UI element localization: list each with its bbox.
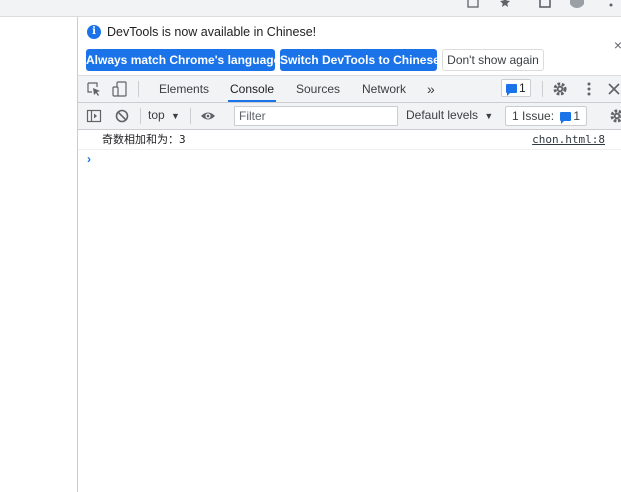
log-source-link[interactable]: chon.html:8 xyxy=(532,130,605,149)
context-selector[interactable]: top ▼ xyxy=(148,108,180,122)
log-message: 奇数相加和为：3 xyxy=(102,133,186,146)
filter-input[interactable] xyxy=(234,106,398,126)
console-output: 奇数相加和为：3 chon.html:8 › xyxy=(78,130,621,169)
prompt-chevron-icon: › xyxy=(87,152,91,166)
console-log-row: 奇数相加和为：3 chon.html:8 xyxy=(78,130,621,150)
log-levels-label: Default levels xyxy=(406,108,479,122)
close-icon[interactable]: × xyxy=(612,37,621,53)
inspect-icon[interactable] xyxy=(86,81,102,97)
issues-label: 1 Issue: xyxy=(512,109,555,123)
console-settings-icon[interactable] xyxy=(609,108,621,124)
context-value: top xyxy=(148,108,165,122)
device-toolbar-icon[interactable] xyxy=(112,81,128,97)
browser-toolbar-strip xyxy=(0,0,621,17)
info-icon: i xyxy=(87,25,101,39)
page-viewport xyxy=(0,17,77,492)
more-tabs-button[interactable]: » xyxy=(425,76,437,102)
clear-console-icon[interactable] xyxy=(114,108,130,124)
eye-icon[interactable] xyxy=(200,108,216,124)
devtools-tab-bar: Elements Console Sources Network » 1 xyxy=(78,76,621,103)
console-prompt[interactable]: › xyxy=(78,150,621,169)
tab-console[interactable]: Console xyxy=(228,76,277,102)
message-icon xyxy=(560,112,572,124)
chevron-down-icon: ▼ xyxy=(171,111,180,121)
tab-network[interactable]: Network xyxy=(360,76,408,102)
language-infobar: i DevTools is now available in Chinese! … xyxy=(78,17,621,76)
console-toolbar: top ▼ Default levels ▼ 1 Issue: 1 xyxy=(78,103,621,130)
log-levels-dropdown[interactable]: Default levels ▼ xyxy=(406,108,493,122)
message-icon xyxy=(506,84,517,96)
devtools-panel: i DevTools is now available in Chinese! … xyxy=(77,17,621,492)
bookmark-star-icon[interactable] xyxy=(498,0,512,8)
tab-sources[interactable]: Sources xyxy=(294,76,342,102)
chevron-down-icon: ▼ xyxy=(484,111,494,121)
messages-count-button[interactable]: 1 xyxy=(501,79,531,97)
toolbar-divider xyxy=(542,81,543,97)
dont-show-again-button[interactable]: Don't show again xyxy=(442,49,544,71)
issues-button[interactable]: 1 Issue: 1 xyxy=(505,106,588,126)
always-match-language-button[interactable]: Always match Chrome's language xyxy=(86,49,280,71)
profile-avatar-icon[interactable] xyxy=(569,0,585,8)
browser-menu-icon[interactable] xyxy=(604,0,618,8)
infobar-message: DevTools is now available in Chinese! xyxy=(107,25,317,39)
issues-count: 1 xyxy=(573,109,581,123)
settings-icon[interactable] xyxy=(552,81,568,97)
switch-to-chinese-button[interactable]: Switch DevTools to Chinese xyxy=(280,49,440,71)
share-icon[interactable] xyxy=(466,0,480,8)
messages-count: 1 xyxy=(519,81,526,95)
extension-icon[interactable] xyxy=(538,0,552,8)
tab-elements[interactable]: Elements xyxy=(157,76,211,102)
sidebar-toggle-icon[interactable] xyxy=(86,108,102,124)
toolbar-divider xyxy=(138,81,139,97)
close-devtools-icon[interactable] xyxy=(606,81,621,97)
kebab-menu-icon[interactable] xyxy=(581,81,597,97)
toolbar-divider xyxy=(140,108,141,124)
toolbar-divider xyxy=(190,108,191,124)
